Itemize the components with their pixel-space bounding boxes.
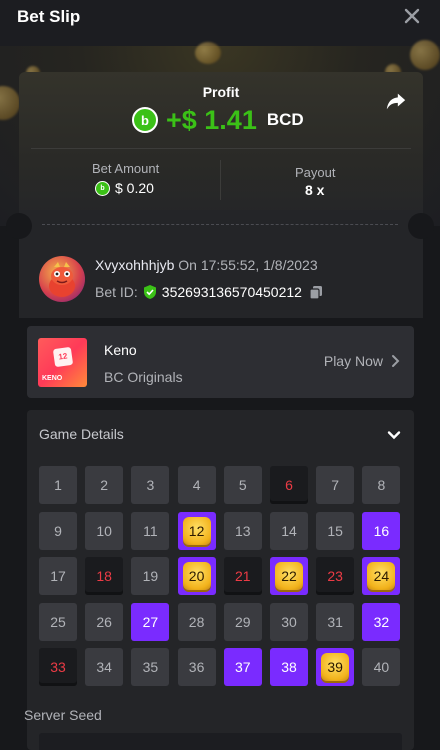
keno-cell-24: 24 [362, 557, 401, 595]
keno-cell-30: 30 [270, 602, 308, 641]
game-provider: BC Originals [104, 369, 183, 385]
keno-hit-gem: 22 [275, 562, 303, 590]
keno-cell-32: 32 [362, 602, 401, 641]
server-seed-field[interactable] [39, 733, 402, 750]
play-now-label: Play Now [323, 353, 383, 369]
payout-label: Payout [295, 165, 336, 180]
keno-cell-2: 2 [85, 466, 124, 504]
user-avatar[interactable] [39, 256, 85, 302]
divider [31, 148, 411, 149]
keno-hit-gem: 39 [321, 653, 350, 681]
keno-cell-35: 35 [131, 648, 170, 686]
keno-cell-22: 22 [270, 557, 308, 595]
profit-currency: BCD [266, 110, 304, 129]
game-details-panel: Game Details 1 2 3 4 5 6 7 8 9 10 11 12 13 14 15 16 17 18… [27, 410, 414, 750]
ticket-notch [6, 213, 32, 239]
keno-cell-5: 5 [223, 466, 262, 504]
ticket-notch [408, 213, 434, 239]
game-details-title: Game Details [39, 426, 124, 442]
ticket-tear-line [42, 224, 398, 225]
ticket-band [19, 210, 423, 240]
divider [220, 160, 221, 200]
keno-cell-9: 9 [39, 511, 77, 550]
keno-cell-18: 18 [85, 557, 124, 595]
keno-cell-29: 29 [223, 602, 262, 641]
header: Bet Slip [0, 0, 440, 46]
copy-icon[interactable] [308, 284, 324, 300]
game-name: Keno [104, 342, 137, 358]
keno-cell-11: 11 [131, 511, 170, 550]
dragon-avatar-icon [49, 262, 75, 297]
coin-decoration [410, 40, 440, 70]
keno-cell-10: 10 [85, 511, 124, 550]
shield-check-icon [143, 285, 156, 299]
keno-cell-39: 39 [316, 648, 355, 686]
keno-cell-3: 3 [131, 466, 170, 504]
keno-hit-gem: 12 [182, 516, 211, 545]
keno-cell-27: 27 [131, 602, 170, 641]
bet-id-label: Bet ID: [95, 284, 138, 300]
keno-cell-6: 6 [270, 466, 308, 504]
user-section: Xvyxohhhjyb On 17:55:52, 1/8/2023 Bet ID… [19, 240, 423, 318]
bet-id-row: Bet ID: 352693136570450212 [95, 284, 324, 300]
thumbnail-label: KENO [42, 375, 63, 382]
profit-card: Profit b +$ 1.41 BCD Bet Amount b $ 0.20… [19, 72, 423, 232]
keno-cell-19: 19 [131, 557, 170, 595]
keno-cell-34: 34 [85, 648, 124, 686]
close-icon[interactable] [402, 6, 422, 26]
server-seed-label: Server Seed [24, 707, 102, 723]
coin-decoration [195, 42, 221, 64]
thumbnail-tile: 12 [52, 346, 74, 368]
keno-cell-40: 40 [362, 648, 401, 686]
bet-id: 352693136570450212 [161, 284, 302, 300]
bc-coin-icon: b [132, 107, 158, 133]
profit-value: +$ 1.41 [166, 104, 257, 135]
keno-cell-36: 36 [177, 648, 216, 686]
keno-cell-23: 23 [316, 557, 355, 595]
username-line: Xvyxohhhjyb On 17:55:52, 1/8/2023 [95, 257, 318, 273]
keno-cell-25: 25 [39, 602, 77, 641]
share-icon[interactable] [385, 90, 407, 112]
keno-hit-gem: 20 [182, 562, 211, 590]
coin-decoration [0, 86, 20, 120]
keno-cell-12: 12 [177, 511, 216, 550]
bc-coin-icon: b [95, 180, 110, 196]
play-now-button[interactable]: Play Now [324, 353, 400, 369]
keno-cell-15: 15 [316, 511, 355, 550]
keno-hit-gem: 24 [367, 562, 396, 590]
keno-cell-21: 21 [223, 557, 262, 595]
keno-cell-14: 14 [270, 511, 308, 550]
keno-cell-7: 7 [316, 466, 355, 504]
bet-time: On 17:55:52, 1/8/2023 [178, 257, 318, 273]
keno-cell-38: 38 [270, 648, 308, 686]
game-row[interactable]: 12 KENO Keno BC Originals Play Now [27, 326, 414, 398]
keno-thumbnail: 12 KENO [38, 338, 87, 387]
username[interactable]: Xvyxohhhjyb [95, 257, 174, 273]
bet-amount-label: Bet Amount [92, 161, 160, 176]
keno-cell-8: 8 [362, 466, 401, 504]
keno-cell-31: 31 [316, 602, 355, 641]
bet-slip-title: Bet Slip [17, 7, 81, 26]
keno-cell-13: 13 [223, 511, 262, 550]
chevron-right-icon [392, 355, 400, 367]
keno-cell-26: 26 [85, 602, 124, 641]
keno-cell-17: 17 [39, 557, 77, 595]
keno-cell-33: 33 [39, 648, 77, 686]
profit-row: b +$ 1.41 BCD [132, 104, 304, 136]
profit-label: Profit [202, 84, 240, 100]
keno-cell-4: 4 [177, 466, 216, 504]
payout-value: 8 x [305, 182, 325, 198]
chevron-down-icon[interactable] [386, 427, 402, 443]
keno-cell-16: 16 [362, 511, 401, 550]
bet-amount-value: $ 0.20 [115, 180, 154, 196]
keno-cell-37: 37 [223, 648, 262, 686]
keno-cell-28: 28 [177, 602, 216, 641]
keno-cell-20: 20 [177, 557, 216, 595]
bet-amount-value-row: b $ 0.20 [95, 180, 154, 196]
keno-cell-1: 1 [39, 466, 77, 504]
